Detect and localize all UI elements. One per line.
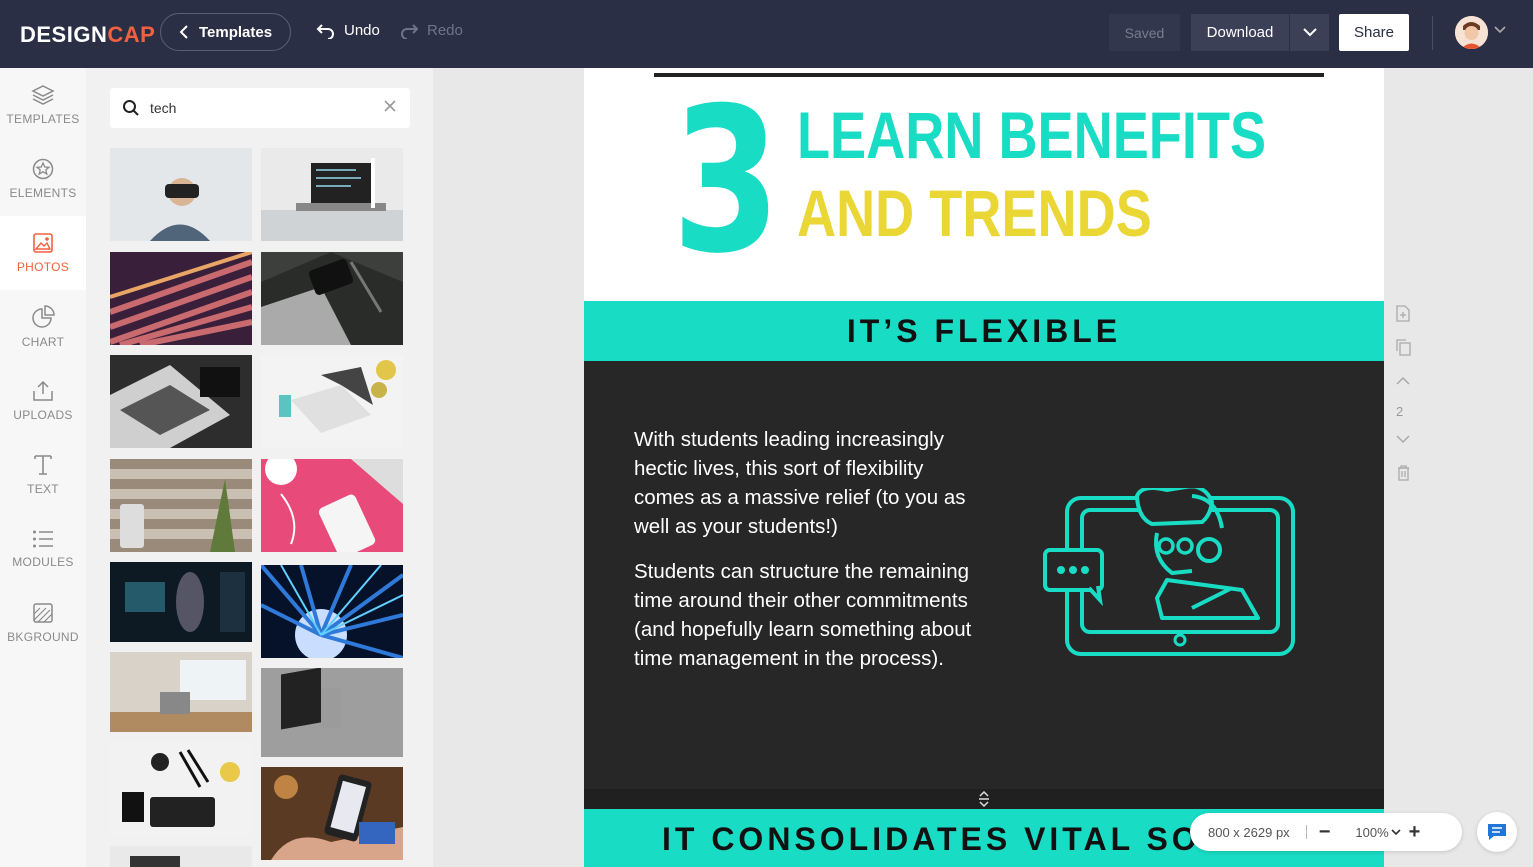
- pie-chart-icon: [32, 305, 55, 328]
- chevron-down-icon: [1302, 28, 1317, 37]
- photo-thumb[interactable]: [261, 252, 403, 345]
- photos-panel: [86, 68, 433, 867]
- duplicate-page-button[interactable]: [1394, 338, 1412, 356]
- online-learning-illustration[interactable]: [1042, 488, 1298, 660]
- undo-button[interactable]: Undo: [316, 22, 380, 39]
- photo-search: [110, 88, 410, 128]
- upload-icon: [33, 380, 53, 401]
- download-options-button[interactable]: [1290, 14, 1329, 51]
- move-page-down-button[interactable]: [1394, 430, 1412, 448]
- heading-line-1[interactable]: LEARN BENEFITS: [797, 102, 1266, 168]
- paragraph-1[interactable]: With students leading increasingly hecti…: [634, 425, 974, 541]
- zoom-in-button[interactable]: +: [1409, 821, 1421, 844]
- chevron-down-icon[interactable]: [1494, 26, 1506, 34]
- photo-thumb[interactable]: [110, 459, 252, 552]
- nav-background[interactable]: BKGROUND: [0, 586, 86, 660]
- elements-icon: [32, 158, 54, 180]
- photo-thumb[interactable]: [110, 652, 252, 732]
- background-icon: [33, 603, 53, 623]
- heading-line-2[interactable]: AND TRENDS: [797, 180, 1152, 246]
- canvas-dimensions: 800 x 2629 px: [1208, 824, 1290, 840]
- page-number: 2: [1396, 404, 1404, 419]
- resize-vertical-icon: [979, 791, 989, 807]
- chat-button[interactable]: [1477, 812, 1517, 852]
- photo-icon: [33, 233, 53, 253]
- add-page-button[interactable]: [1394, 304, 1412, 322]
- delete-page-button[interactable]: [1394, 464, 1412, 482]
- photo-thumb[interactable]: [110, 252, 252, 345]
- redo-button[interactable]: Redo: [399, 22, 463, 39]
- canvas-workspace: 3 LEARN BENEFITS AND TRENDS IT’S FLEXIBL…: [433, 68, 1533, 867]
- move-page-up-button[interactable]: [1394, 371, 1412, 389]
- clear-icon[interactable]: [384, 100, 396, 112]
- chat-icon: [1488, 824, 1506, 840]
- redo-icon: [401, 23, 419, 39]
- photo-thumb[interactable]: [261, 668, 403, 757]
- chevron-left-icon: [179, 25, 188, 39]
- photo-thumb[interactable]: [110, 846, 252, 867]
- page-resize-handle[interactable]: [584, 789, 1384, 809]
- paragraph-2[interactable]: Students can structure the remaining tim…: [634, 557, 974, 673]
- chevron-up-icon: [1396, 376, 1410, 385]
- left-nav: TEMPLATES ELEMENTS PHOTOS CHART UPLOADS …: [0, 68, 86, 867]
- photo-thumb[interactable]: [261, 565, 403, 658]
- text-icon: [34, 455, 52, 475]
- chevron-down-icon: [1391, 828, 1401, 835]
- nav-templates[interactable]: TEMPLATES: [0, 68, 86, 142]
- photo-thumb[interactable]: [261, 459, 403, 552]
- layers-icon: [31, 85, 55, 105]
- share-button[interactable]: Share: [1339, 14, 1409, 51]
- divider: [1305, 825, 1307, 839]
- section-title[interactable]: IT’S FLEXIBLE: [847, 313, 1121, 350]
- design-page[interactable]: 3 LEARN BENEFITS AND TRENDS IT’S FLEXIBL…: [584, 68, 1384, 867]
- nav-elements[interactable]: ELEMENTS: [0, 142, 86, 216]
- saved-status: Saved: [1109, 14, 1180, 51]
- photo-thumb[interactable]: [110, 562, 252, 642]
- nav-photos[interactable]: PHOTOS: [0, 216, 86, 290]
- list-icon: [33, 530, 53, 548]
- add-page-icon: [1396, 304, 1410, 322]
- nav-modules[interactable]: MODULES: [0, 512, 86, 586]
- templates-button[interactable]: Templates: [160, 13, 291, 51]
- copy-icon: [1395, 338, 1411, 356]
- nav-uploads[interactable]: UPLOADS: [0, 364, 86, 438]
- zoom-out-button[interactable]: −: [1319, 821, 1331, 844]
- zoom-control: 800 x 2629 px − 100% +: [1190, 813, 1462, 851]
- search-input[interactable]: [150, 100, 370, 116]
- chevron-down-icon: [1396, 434, 1410, 443]
- photo-thumb[interactable]: [261, 355, 403, 448]
- undo-icon: [316, 23, 334, 39]
- photo-thumb[interactable]: [110, 148, 252, 241]
- top-bar: DESIGNCAP Templates Undo Redo Saved Down…: [0, 0, 1533, 68]
- photo-thumb[interactable]: [261, 148, 403, 241]
- nav-text[interactable]: TEXT: [0, 438, 86, 512]
- zoom-level-select[interactable]: 100%: [1355, 825, 1401, 840]
- download-button[interactable]: Download: [1191, 14, 1289, 51]
- photo-thumb[interactable]: [110, 742, 252, 835]
- designcap-logo[interactable]: DESIGNCAP: [20, 22, 155, 48]
- nav-chart[interactable]: CHART: [0, 290, 86, 364]
- avatar[interactable]: [1455, 16, 1488, 49]
- section-title-band[interactable]: IT’S FLEXIBLE: [584, 301, 1384, 361]
- trash-icon: [1397, 465, 1409, 481]
- step-number[interactable]: 3: [672, 82, 781, 282]
- photo-thumb[interactable]: [261, 767, 403, 860]
- divider: [1432, 16, 1433, 50]
- photo-thumb[interactable]: [110, 355, 252, 448]
- search-icon: [123, 100, 139, 116]
- content-block[interactable]: With students leading increasingly hecti…: [584, 361, 1384, 789]
